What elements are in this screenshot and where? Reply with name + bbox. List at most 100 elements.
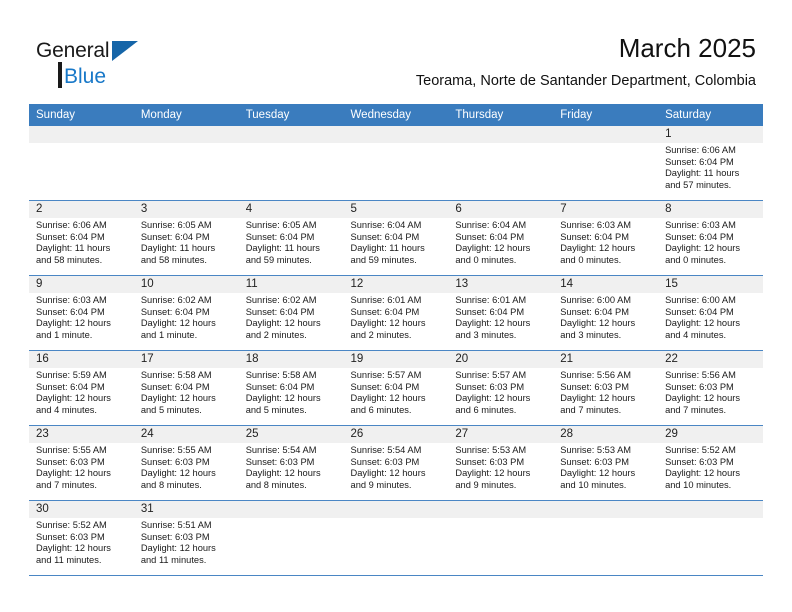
calendar-day-cell[interactable]: 8 Sunrise: 6:03 AM Sunset: 6:04 PM Daylight… [658,200,763,276]
calendar-day-cell[interactable]: 26 Sunrise: 5:54 AM Sunset: 6:03 PM Dayligh… [343,425,449,501]
calendar-day-cell[interactable]: 6 Sunrise: 6:04 AM Sunset: 6:04 PM Daylight… [448,200,554,276]
daylight-text-line2: and 7 minutes. [560,404,622,415]
calendar-body: 1 Sunrise: 6:06 AM Sunset: 6:04 PM Daylight… [29,126,763,576]
daylight-text-line2: and 6 minutes. [455,404,517,415]
sunrise-text: Sunrise: 6:01 AM [350,295,422,305]
day-detail: Sunrise: 6:03 AM Sunset: 6:04 PM Daylight:… [29,293,134,341]
daylight-text-line2: and 8 minutes. [140,479,202,490]
sunrise-text: Sunrise: 6:04 AM [455,220,527,230]
brand-logo-blue-text: Blue [64,65,107,88]
sunset-text: Sunset: 6:04 PM [350,306,420,317]
daylight-text-line1: Daylight: 12 hours [665,318,740,329]
day-number [448,126,554,143]
sunrise-text: Sunrise: 6:02 AM [140,295,212,305]
calendar-day-cell[interactable]: 20 Sunrise: 5:57 AM Sunset: 6:03 PM Dayligh… [448,350,554,426]
calendar-day-cell[interactable]: 15 Sunrise: 6:00 AM Sunset: 6:04 PM Dayligh… [658,275,763,351]
calendar-day-cell[interactable]: 3 Sunrise: 6:05 AM Sunset: 6:04 PM Daylight… [133,200,239,276]
day-number: 11 [238,276,344,293]
daylight-text-line1: Daylight: 11 hours [245,243,320,254]
day-detail: Sunrise: 6:05 AM Sunset: 6:04 PM Daylight:… [239,218,344,266]
calendar-day-cell[interactable]: 28 Sunrise: 5:53 AM Sunset: 6:03 PM Dayligh… [553,425,659,501]
calendar-day-cell[interactable]: 30 Sunrise: 5:52 AM Sunset: 6:03 PM Dayligh… [29,500,134,576]
calendar-day-cell[interactable]: 12 Sunrise: 6:01 AM Sunset: 6:04 PM Dayligh… [343,275,449,351]
calendar-cell-empty [238,126,344,201]
daylight-text-line2: and 4 minutes. [36,404,97,415]
daylight-text-line1: Daylight: 11 hours [665,168,740,179]
day-number [238,501,344,518]
calendar-cell-inner: 16 Sunrise: 5:59 AM Sunset: 6:04 PM Dayligh… [29,351,134,425]
daylight-text-line2: and 9 minutes. [455,479,517,490]
calendar-day-cell[interactable]: 14 Sunrise: 6:00 AM Sunset: 6:04 PM Dayligh… [553,275,659,351]
calendar-day-cell[interactable]: 9 Sunrise: 6:03 AM Sunset: 6:04 PM Daylight… [29,275,134,351]
day-detail: Sunrise: 6:06 AM Sunset: 6:04 PM Daylight:… [29,218,134,266]
calendar-cell-inner: 1 Sunrise: 6:06 AM Sunset: 6:04 PM Daylight… [658,126,763,200]
daylight-text-line2: and 0 minutes. [560,254,622,265]
day-number [343,501,449,518]
calendar-cell-inner [238,126,344,200]
calendar-week-row: 23 Sunrise: 5:55 AM Sunset: 6:03 PM Dayligh… [29,425,763,501]
sunrise-text: Sunrise: 5:57 AM [455,370,527,380]
calendar-day-cell[interactable]: 21 Sunrise: 5:56 AM Sunset: 6:03 PM Dayligh… [553,350,659,426]
sunset-text: Sunset: 6:04 PM [560,231,629,242]
calendar-day-cell[interactable]: 13 Sunrise: 6:01 AM Sunset: 6:04 PM Dayligh… [448,275,554,351]
calendar-cell-inner: 30 Sunrise: 5:52 AM Sunset: 6:03 PM Dayligh… [29,501,134,575]
calendar-day-cell[interactable]: 10 Sunrise: 6:02 AM Sunset: 6:04 PM Dayligh… [133,275,239,351]
day-detail: Sunrise: 6:03 AM Sunset: 6:04 PM Daylight:… [658,218,763,266]
calendar-cell-inner: 22 Sunrise: 5:56 AM Sunset: 6:03 PM Dayligh… [658,351,763,425]
calendar-day-cell[interactable]: 5 Sunrise: 6:04 AM Sunset: 6:04 PM Daylight… [343,200,449,276]
day-number: 23 [29,426,134,443]
sunset-text: Sunset: 6:03 PM [36,531,105,542]
daylight-text-line2: and 11 minutes. [140,554,207,565]
calendar-cell-empty [238,500,344,576]
calendar-day-cell[interactable]: 17 Sunrise: 5:58 AM Sunset: 6:04 PM Dayligh… [133,350,239,426]
calendar-cell-inner: 8 Sunrise: 6:03 AM Sunset: 6:04 PM Daylight… [658,201,763,275]
daylight-text-line1: Daylight: 12 hours [665,468,740,479]
calendar-day-cell[interactable]: 24 Sunrise: 5:55 AM Sunset: 6:03 PM Dayligh… [133,425,239,501]
calendar-day-cell[interactable]: 2 Sunrise: 6:06 AM Sunset: 6:04 PM Daylight… [29,200,134,276]
calendar-day-cell[interactable]: 25 Sunrise: 5:54 AM Sunset: 6:03 PM Dayligh… [238,425,344,501]
calendar-cell-inner: 11 Sunrise: 6:02 AM Sunset: 6:04 PM Dayligh… [238,276,344,350]
calendar-cell-inner [29,126,134,200]
calendar-day-cell[interactable]: 27 Sunrise: 5:53 AM Sunset: 6:03 PM Dayligh… [448,425,554,501]
calendar-day-cell[interactable]: 11 Sunrise: 6:02 AM Sunset: 6:04 PM Dayligh… [238,275,344,351]
day-number: 14 [553,276,659,293]
calendar-cell-inner: 26 Sunrise: 5:54 AM Sunset: 6:03 PM Dayligh… [343,426,449,500]
day-detail: Sunrise: 5:55 AM Sunset: 6:03 PM Daylight:… [134,443,239,491]
sunrise-text: Sunrise: 5:53 AM [560,445,632,455]
sunset-text: Sunset: 6:03 PM [245,456,315,467]
daylight-text-line1: Daylight: 11 hours [140,243,216,254]
weekday-header-saturday: Saturday [658,104,763,126]
sunrise-text: Sunrise: 5:55 AM [36,445,107,455]
calendar-day-cell[interactable]: 7 Sunrise: 6:03 AM Sunset: 6:04 PM Daylight… [553,200,659,276]
sunset-text: Sunset: 6:04 PM [140,381,210,392]
calendar-day-cell[interactable]: 4 Sunrise: 6:05 AM Sunset: 6:04 PM Daylight… [238,200,344,276]
page-subtitle: Teorama, Norte de Santander Department, … [415,73,756,89]
calendar-cell-inner: 2 Sunrise: 6:06 AM Sunset: 6:04 PM Daylight… [29,201,134,275]
sunrise-text: Sunrise: 5:55 AM [140,445,212,455]
calendar-day-cell[interactable]: 31 Sunrise: 5:51 AM Sunset: 6:03 PM Dayligh… [133,500,239,576]
weekday-header-friday: Friday [553,104,659,126]
daylight-text-line2: and 0 minutes. [455,254,517,265]
calendar-day-cell[interactable]: 1 Sunrise: 6:06 AM Sunset: 6:04 PM Daylight… [658,126,763,201]
calendar-week-row: 16 Sunrise: 5:59 AM Sunset: 6:04 PM Dayligh… [29,350,763,426]
calendar-cell-inner: 14 Sunrise: 6:00 AM Sunset: 6:04 PM Dayligh… [553,276,659,350]
daylight-text-line2: and 7 minutes. [36,479,97,490]
title-block: March 2025 Teorama, Norte de Santander D… [196,32,756,92]
brand-logo[interactable]: General Blue [36,38,176,90]
daylight-text-line2: and 59 minutes. [350,254,417,265]
daylight-text-line2: and 2 minutes. [350,329,412,340]
calendar-cell-empty [553,126,659,201]
calendar-day-cell[interactable]: 19 Sunrise: 5:57 AM Sunset: 6:04 PM Dayligh… [343,350,449,426]
calendar-day-cell[interactable]: 16 Sunrise: 5:59 AM Sunset: 6:04 PM Dayligh… [29,350,134,426]
calendar-day-cell[interactable]: 23 Sunrise: 5:55 AM Sunset: 6:03 PM Dayligh… [29,425,134,501]
day-number: 6 [448,201,554,218]
sunrise-text: Sunrise: 5:52 AM [665,445,736,455]
daylight-text-line2: and 0 minutes. [665,254,727,265]
calendar-day-cell[interactable]: 22 Sunrise: 5:56 AM Sunset: 6:03 PM Dayligh… [658,350,763,426]
calendar-day-cell[interactable]: 18 Sunrise: 5:58 AM Sunset: 6:04 PM Dayligh… [238,350,344,426]
calendar-day-cell[interactable]: 29 Sunrise: 5:52 AM Sunset: 6:03 PM Dayligh… [658,425,763,501]
calendar-cell-inner: 5 Sunrise: 6:04 AM Sunset: 6:04 PM Daylight… [343,201,449,275]
calendar-cell-inner: 6 Sunrise: 6:04 AM Sunset: 6:04 PM Daylight… [448,201,554,275]
day-detail: Sunrise: 5:51 AM Sunset: 6:03 PM Daylight:… [134,518,239,566]
daylight-text-line2: and 3 minutes. [455,329,517,340]
